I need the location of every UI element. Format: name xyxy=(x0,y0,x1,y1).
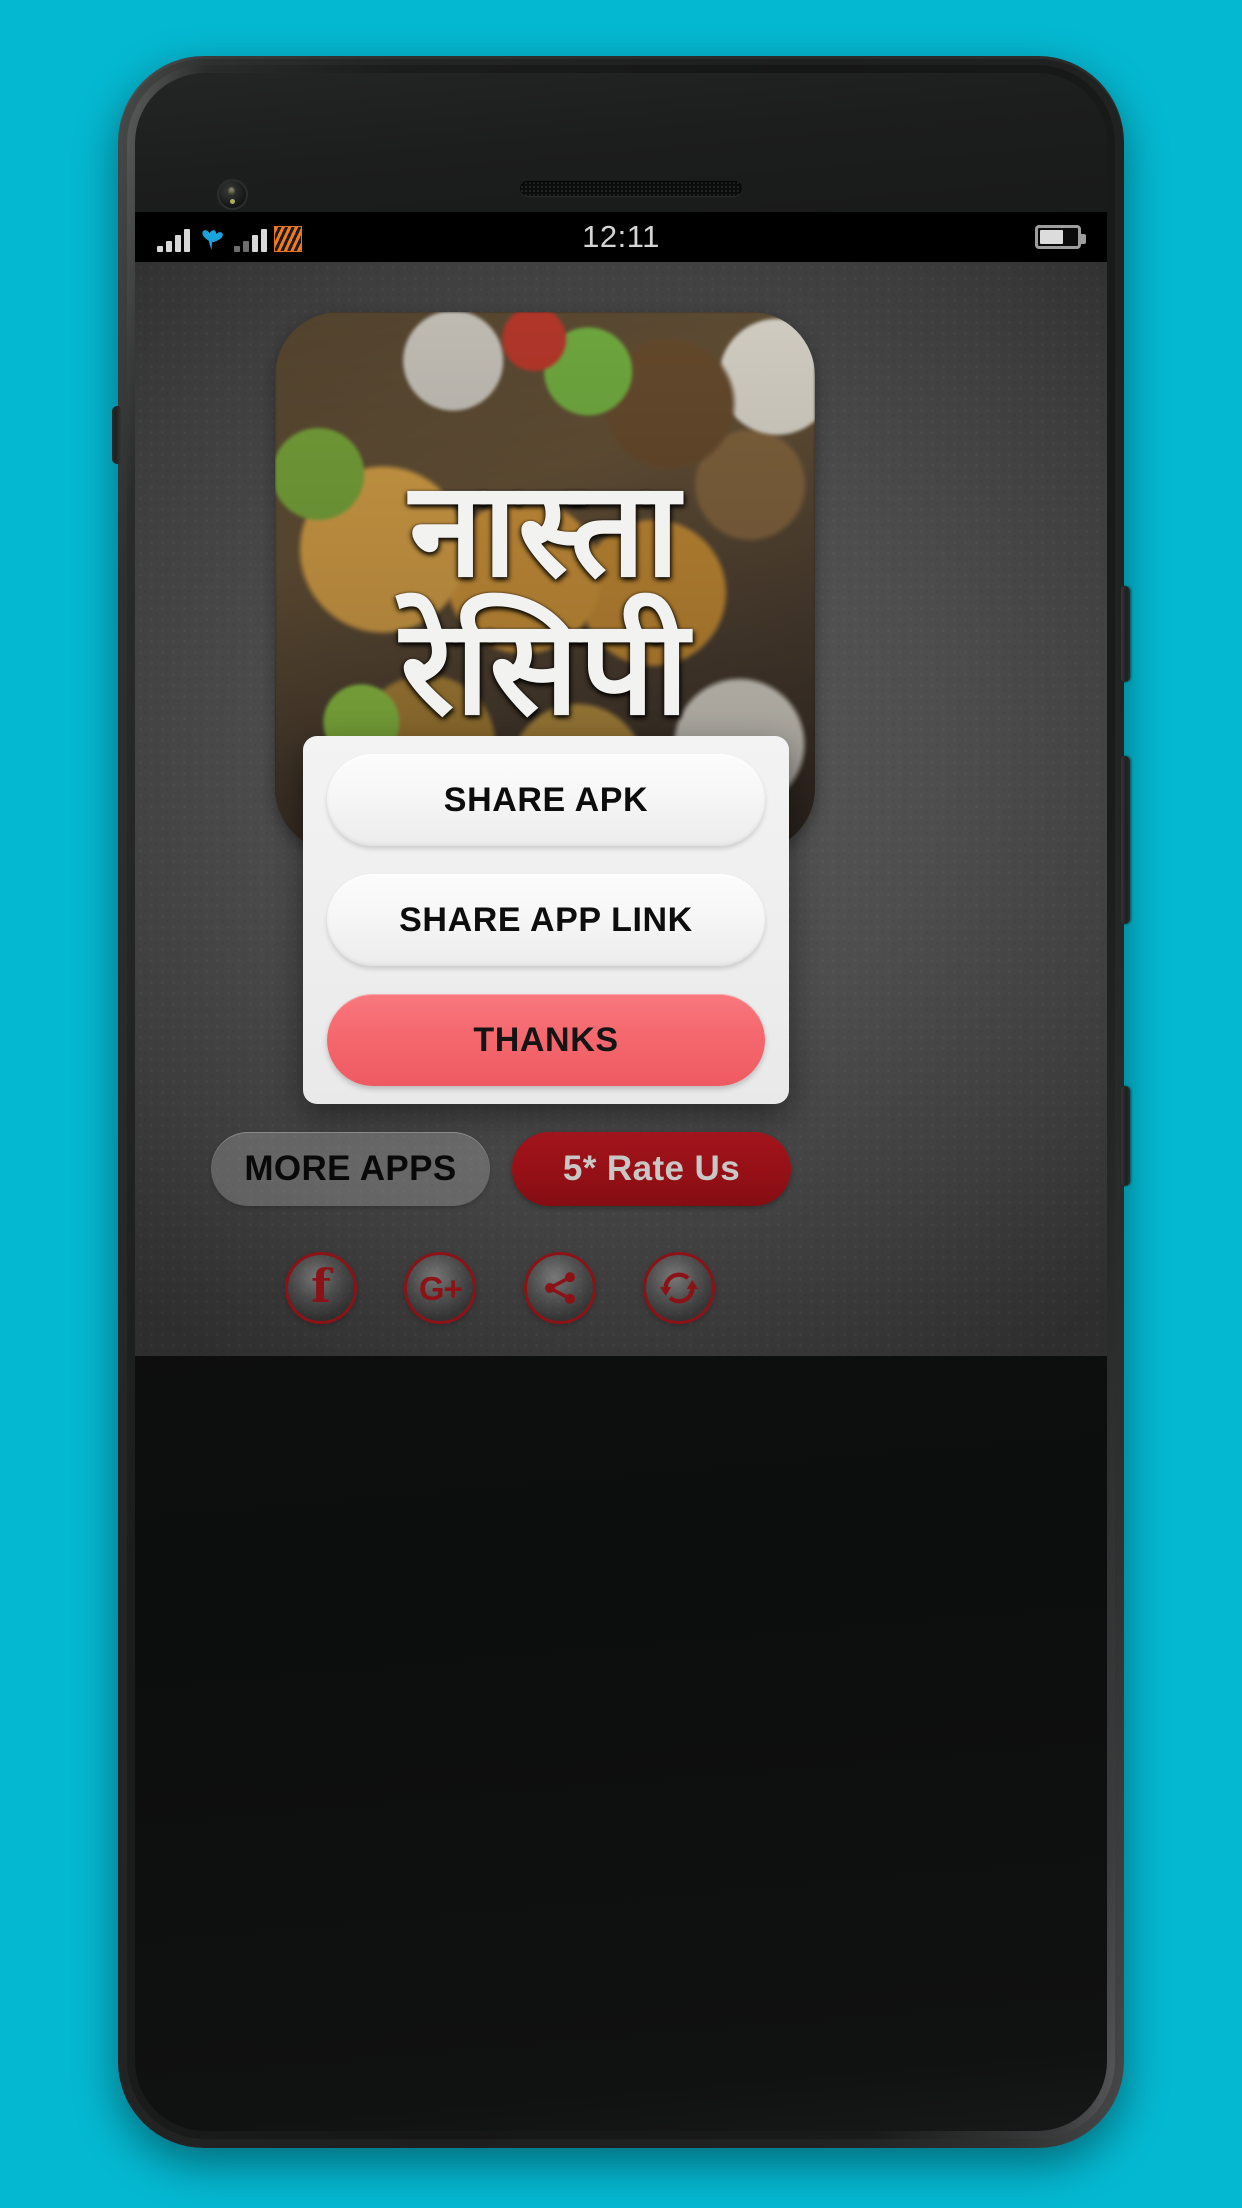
facebook-icon[interactable]: f xyxy=(285,1252,357,1324)
earpiece-speaker xyxy=(520,181,742,196)
app-logo-title-line-2: रेसिपी xyxy=(400,591,690,745)
thanks-button[interactable]: THANKS xyxy=(327,994,765,1086)
phone-power-button[interactable] xyxy=(1121,586,1130,682)
share-apk-button[interactable]: SHARE APK xyxy=(327,754,765,846)
status-bar: 12:11 xyxy=(135,212,1107,262)
share-dialog: SHARE APK SHARE APP LINK THANKS xyxy=(303,736,789,1104)
camera-indicator-dot xyxy=(230,199,235,204)
battery-fill xyxy=(1040,230,1064,244)
social-links-row: f G+ xyxy=(285,1252,715,1324)
phone-front-face: 12:11 नास्ता रेसिपी SHARE APK SHARE APP … xyxy=(135,73,1107,2131)
phone-side-button-extra[interactable] xyxy=(1121,1086,1130,1186)
battery-icon xyxy=(1035,225,1086,249)
refresh-icon[interactable] xyxy=(642,1252,715,1324)
share-app-link-button[interactable]: SHARE APP LINK xyxy=(327,874,765,966)
battery-cap xyxy=(1081,234,1086,244)
status-bar-clock: 12:11 xyxy=(582,219,660,254)
phone-device-frame: 12:11 नास्ता रेसिपी SHARE APK SHARE APP … xyxy=(112,56,1130,2148)
phone-screen: 12:11 नास्ता रेसिपी SHARE APK SHARE APP … xyxy=(135,212,1107,1356)
phone-left-side-button[interactable] xyxy=(112,406,121,464)
camera-lens xyxy=(228,187,235,196)
google-plus-glyph: G+ xyxy=(418,1269,463,1307)
facebook-glyph: f xyxy=(311,1259,331,1313)
earpiece-mesh xyxy=(520,181,742,196)
front-camera-icon xyxy=(217,179,248,210)
app-logo-title-line-1: नास्ता xyxy=(409,453,681,607)
bottom-action-row: MORE APPS 5* Rate Us xyxy=(211,1132,791,1206)
rate-us-button[interactable]: 5* Rate Us xyxy=(512,1132,791,1206)
more-apps-button[interactable]: MORE APPS xyxy=(211,1132,490,1206)
share-icon[interactable] xyxy=(523,1252,596,1324)
google-plus-icon[interactable]: G+ xyxy=(404,1252,477,1324)
phone-volume-button[interactable] xyxy=(1121,756,1130,924)
app-main-content: नास्ता रेसिपी SHARE APK SHARE APP LINK T… xyxy=(135,262,1107,1356)
